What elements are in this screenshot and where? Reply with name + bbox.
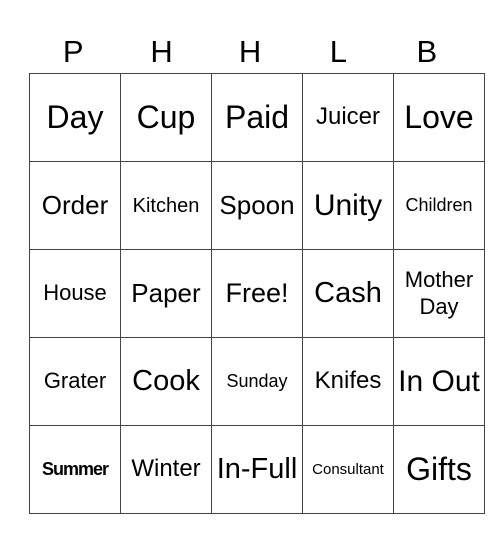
bingo-cell[interactable]: Grater bbox=[29, 337, 121, 426]
bingo-cell[interactable]: Juicer bbox=[302, 73, 394, 162]
bingo-cell[interactable]: Cook bbox=[120, 337, 212, 426]
bingo-cell[interactable]: Consultant bbox=[302, 425, 394, 514]
header-letter: H bbox=[150, 34, 173, 69]
bingo-row: Grater Cook Sunday Knifes In Out bbox=[29, 337, 485, 426]
bingo-cell[interactable]: Paid bbox=[211, 73, 303, 162]
bingo-row: Day Cup Paid Juicer Love bbox=[29, 73, 485, 162]
bingo-cell[interactable]: Sunday bbox=[211, 337, 303, 426]
bingo-cell[interactable]: Cup bbox=[120, 73, 212, 162]
header-letter: L bbox=[329, 34, 348, 69]
bingo-cell[interactable]: Day bbox=[29, 73, 121, 162]
bingo-cell[interactable]: In Out bbox=[393, 337, 485, 426]
bingo-cell[interactable]: Spoon bbox=[211, 161, 303, 250]
bingo-cell[interactable]: Children bbox=[393, 161, 485, 250]
bingo-cell[interactable]: Unity bbox=[302, 161, 394, 250]
bingo-cell[interactable]: Gifts bbox=[393, 425, 485, 514]
bingo-row: Summer Winter In-Full Consultant Gifts bbox=[29, 425, 485, 514]
bingo-row: House Paper Free! Cash Mother Day bbox=[29, 249, 485, 338]
bingo-cell[interactable]: Love bbox=[393, 73, 485, 162]
bingo-cell[interactable]: Kitchen bbox=[120, 161, 212, 250]
bingo-cell[interactable]: Order bbox=[29, 161, 121, 250]
bingo-cell[interactable]: Free! bbox=[211, 249, 303, 338]
bingo-cell[interactable]: Paper bbox=[120, 249, 212, 338]
header-letter: P bbox=[62, 34, 84, 69]
header-letter: H bbox=[238, 34, 262, 69]
bingo-row: Order Kitchen Spoon Unity Children bbox=[29, 161, 485, 250]
bingo-cell[interactable]: Mother Day bbox=[393, 249, 485, 338]
bingo-cell[interactable]: Knifes bbox=[302, 337, 394, 426]
bingo-card: Day Cup Paid Juicer Love Order Kitchen S… bbox=[29, 73, 485, 514]
header-letter: B bbox=[416, 34, 438, 69]
bingo-cell[interactable]: House bbox=[29, 249, 121, 338]
bingo-header: P H H L B bbox=[29, 30, 471, 73]
bingo-cell[interactable]: Summer bbox=[29, 425, 121, 514]
bingo-cell[interactable]: Winter bbox=[120, 425, 212, 514]
bingo-cell[interactable]: Cash bbox=[302, 249, 394, 338]
bingo-cell[interactable]: In-Full bbox=[211, 425, 303, 514]
